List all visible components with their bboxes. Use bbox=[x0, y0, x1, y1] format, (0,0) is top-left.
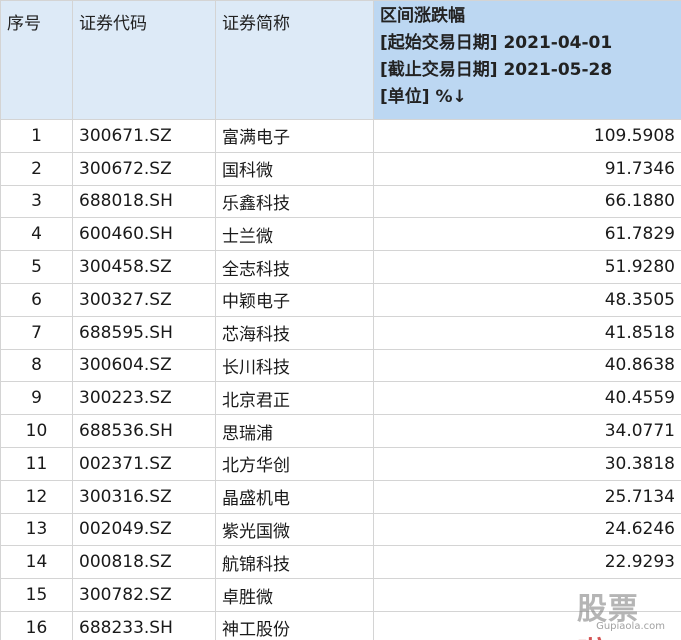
cell-name[interactable]: 乐鑫科技 bbox=[215, 184, 374, 219]
cell-name[interactable]: 航锦科技 bbox=[215, 545, 374, 580]
cell-code[interactable]: 300604.SZ bbox=[72, 348, 216, 383]
cell-change[interactable]: 40.8638 bbox=[373, 348, 681, 383]
cell-seq[interactable]: 15 bbox=[0, 578, 73, 612]
table-row[interactable]: 16 688233.SH 神工股份 bbox=[0, 610, 681, 640]
cell-name[interactable]: 神工股份 bbox=[215, 610, 374, 640]
cell-change[interactable]: 40.4559 bbox=[373, 381, 681, 416]
cell-code[interactable]: 300223.SZ bbox=[72, 381, 216, 416]
cell-name[interactable]: 紫光国微 bbox=[215, 512, 374, 547]
stock-table: 序号 证券代码 证券简称 区间涨跌幅 [起始交易日期] 2021-04-01 [… bbox=[0, 0, 681, 640]
cell-code[interactable]: 688536.SH bbox=[72, 414, 216, 448]
cell-name[interactable]: 士兰微 bbox=[215, 217, 374, 252]
cell-code[interactable]: 300458.SZ bbox=[72, 250, 216, 284]
cell-code[interactable]: 300672.SZ bbox=[72, 151, 216, 186]
cell-seq[interactable]: 7 bbox=[0, 315, 73, 350]
cell-seq[interactable]: 2 bbox=[0, 151, 73, 186]
cell-code[interactable]: 688018.SH bbox=[72, 184, 216, 219]
cell-name[interactable]: 芯海科技 bbox=[215, 315, 374, 350]
table-row[interactable]: 10 688536.SH 思瑞浦 34.0771 bbox=[0, 414, 681, 448]
cell-change[interactable]: 41.8518 bbox=[373, 315, 681, 350]
cell-seq[interactable]: 5 bbox=[0, 250, 73, 284]
cell-seq[interactable]: 11 bbox=[0, 446, 73, 481]
table-row[interactable]: 7 688595.SH 芯海科技 41.8518 bbox=[0, 315, 681, 350]
cell-name[interactable]: 北京君正 bbox=[215, 381, 374, 416]
table-row[interactable]: 3 688018.SH 乐鑫科技 66.1880 bbox=[0, 184, 681, 219]
cell-seq[interactable]: 12 bbox=[0, 479, 73, 514]
header-end-date: [截止交易日期] 2021-05-28 bbox=[380, 60, 613, 80]
cell-code[interactable]: 688595.SH bbox=[72, 315, 216, 350]
cell-change[interactable]: 25.7134 bbox=[373, 479, 681, 514]
table-row[interactable]: 14 000818.SZ 航锦科技 22.9293 bbox=[0, 545, 681, 580]
cell-change[interactable]: 91.7346 bbox=[373, 151, 681, 186]
cell-code[interactable]: 300316.SZ bbox=[72, 479, 216, 514]
cell-seq[interactable]: 10 bbox=[0, 414, 73, 448]
cell-name[interactable]: 国科微 bbox=[215, 151, 374, 186]
cell-seq[interactable]: 16 bbox=[0, 610, 73, 640]
table-row[interactable]: 9 300223.SZ 北京君正 40.4559 bbox=[0, 381, 681, 416]
cell-name[interactable]: 全志科技 bbox=[215, 250, 374, 284]
spreadsheet-view: 序号 证券代码 证券简称 区间涨跌幅 [起始交易日期] 2021-04-01 [… bbox=[0, 0, 681, 640]
table-row[interactable]: 6 300327.SZ 中颖电子 48.3505 bbox=[0, 282, 681, 317]
header-row: 序号 证券代码 证券简称 区间涨跌幅 [起始交易日期] 2021-04-01 [… bbox=[0, 0, 681, 120]
cell-code[interactable]: 300327.SZ bbox=[72, 282, 216, 317]
cell-code[interactable]: 300671.SZ bbox=[72, 119, 216, 153]
table-row[interactable]: 5 300458.SZ 全志科技 51.9280 bbox=[0, 250, 681, 284]
cell-name[interactable]: 长川科技 bbox=[215, 348, 374, 383]
cell-code[interactable]: 000818.SZ bbox=[72, 545, 216, 580]
cell-name[interactable]: 中颖电子 bbox=[215, 282, 374, 317]
cell-name[interactable]: 卓胜微 bbox=[215, 578, 374, 612]
table-row[interactable]: 15 300782.SZ 卓胜微 bbox=[0, 578, 681, 612]
table-row[interactable]: 11 002371.SZ 北方华创 30.3818 bbox=[0, 446, 681, 481]
header-unit-sort: [单位] %↓ bbox=[380, 87, 467, 107]
cell-change[interactable]: 61.7829 bbox=[373, 217, 681, 252]
header-start-date: [起始交易日期] 2021-04-01 bbox=[380, 33, 613, 53]
table-row[interactable]: 8 300604.SZ 长川科技 40.8638 bbox=[0, 348, 681, 383]
header-name[interactable]: 证券简称 bbox=[215, 0, 374, 120]
table-row[interactable]: 4 600460.SH 士兰微 61.7829 bbox=[0, 217, 681, 252]
table-row[interactable]: 1 300671.SZ 富满电子 109.5908 bbox=[0, 119, 681, 153]
cell-name[interactable]: 思瑞浦 bbox=[215, 414, 374, 448]
table-body: 1 300671.SZ 富满电子 109.5908 2 300672.SZ 国科微 91.73… bbox=[0, 119, 681, 640]
cell-change[interactable]: 51.9280 bbox=[373, 250, 681, 284]
cell-seq[interactable]: 4 bbox=[0, 217, 73, 252]
cell-seq[interactable]: 13 bbox=[0, 512, 73, 547]
cell-change[interactable] bbox=[373, 578, 681, 612]
cell-change[interactable]: 66.1880 bbox=[373, 184, 681, 219]
cell-code[interactable]: 600460.SH bbox=[72, 217, 216, 252]
header-change-title: 区间涨跌幅 bbox=[380, 6, 465, 26]
table-row[interactable]: 2 300672.SZ 国科微 91.7346 bbox=[0, 151, 681, 186]
cell-name[interactable]: 北方华创 bbox=[215, 446, 374, 481]
cell-change[interactable]: 109.5908 bbox=[373, 119, 681, 153]
cell-seq[interactable]: 3 bbox=[0, 184, 73, 219]
cell-code[interactable]: 688233.SH bbox=[72, 610, 216, 640]
cell-seq[interactable]: 1 bbox=[0, 119, 73, 153]
header-change-range[interactable]: 区间涨跌幅 [起始交易日期] 2021-04-01 [截止交易日期] 2021-… bbox=[373, 0, 681, 120]
table-row[interactable]: 13 002049.SZ 紫光国微 24.6246 bbox=[0, 512, 681, 547]
cell-code[interactable]: 002049.SZ bbox=[72, 512, 216, 547]
cell-seq[interactable]: 9 bbox=[0, 381, 73, 416]
cell-seq[interactable]: 14 bbox=[0, 545, 73, 580]
cell-code[interactable]: 002371.SZ bbox=[72, 446, 216, 481]
cell-change[interactable] bbox=[373, 610, 681, 640]
table-row[interactable]: 12 300316.SZ 晶盛机电 25.7134 bbox=[0, 479, 681, 514]
cell-change[interactable]: 22.9293 bbox=[373, 545, 681, 580]
cell-seq[interactable]: 6 bbox=[0, 282, 73, 317]
cell-name[interactable]: 富满电子 bbox=[215, 119, 374, 153]
cell-code[interactable]: 300782.SZ bbox=[72, 578, 216, 612]
cell-change[interactable]: 30.3818 bbox=[373, 446, 681, 481]
cell-change[interactable]: 34.0771 bbox=[373, 414, 681, 448]
cell-change[interactable]: 48.3505 bbox=[373, 282, 681, 317]
header-code[interactable]: 证券代码 bbox=[72, 0, 216, 120]
cell-change[interactable]: 24.6246 bbox=[373, 512, 681, 547]
header-seq[interactable]: 序号 bbox=[0, 0, 73, 120]
cell-name[interactable]: 晶盛机电 bbox=[215, 479, 374, 514]
cell-seq[interactable]: 8 bbox=[0, 348, 73, 383]
